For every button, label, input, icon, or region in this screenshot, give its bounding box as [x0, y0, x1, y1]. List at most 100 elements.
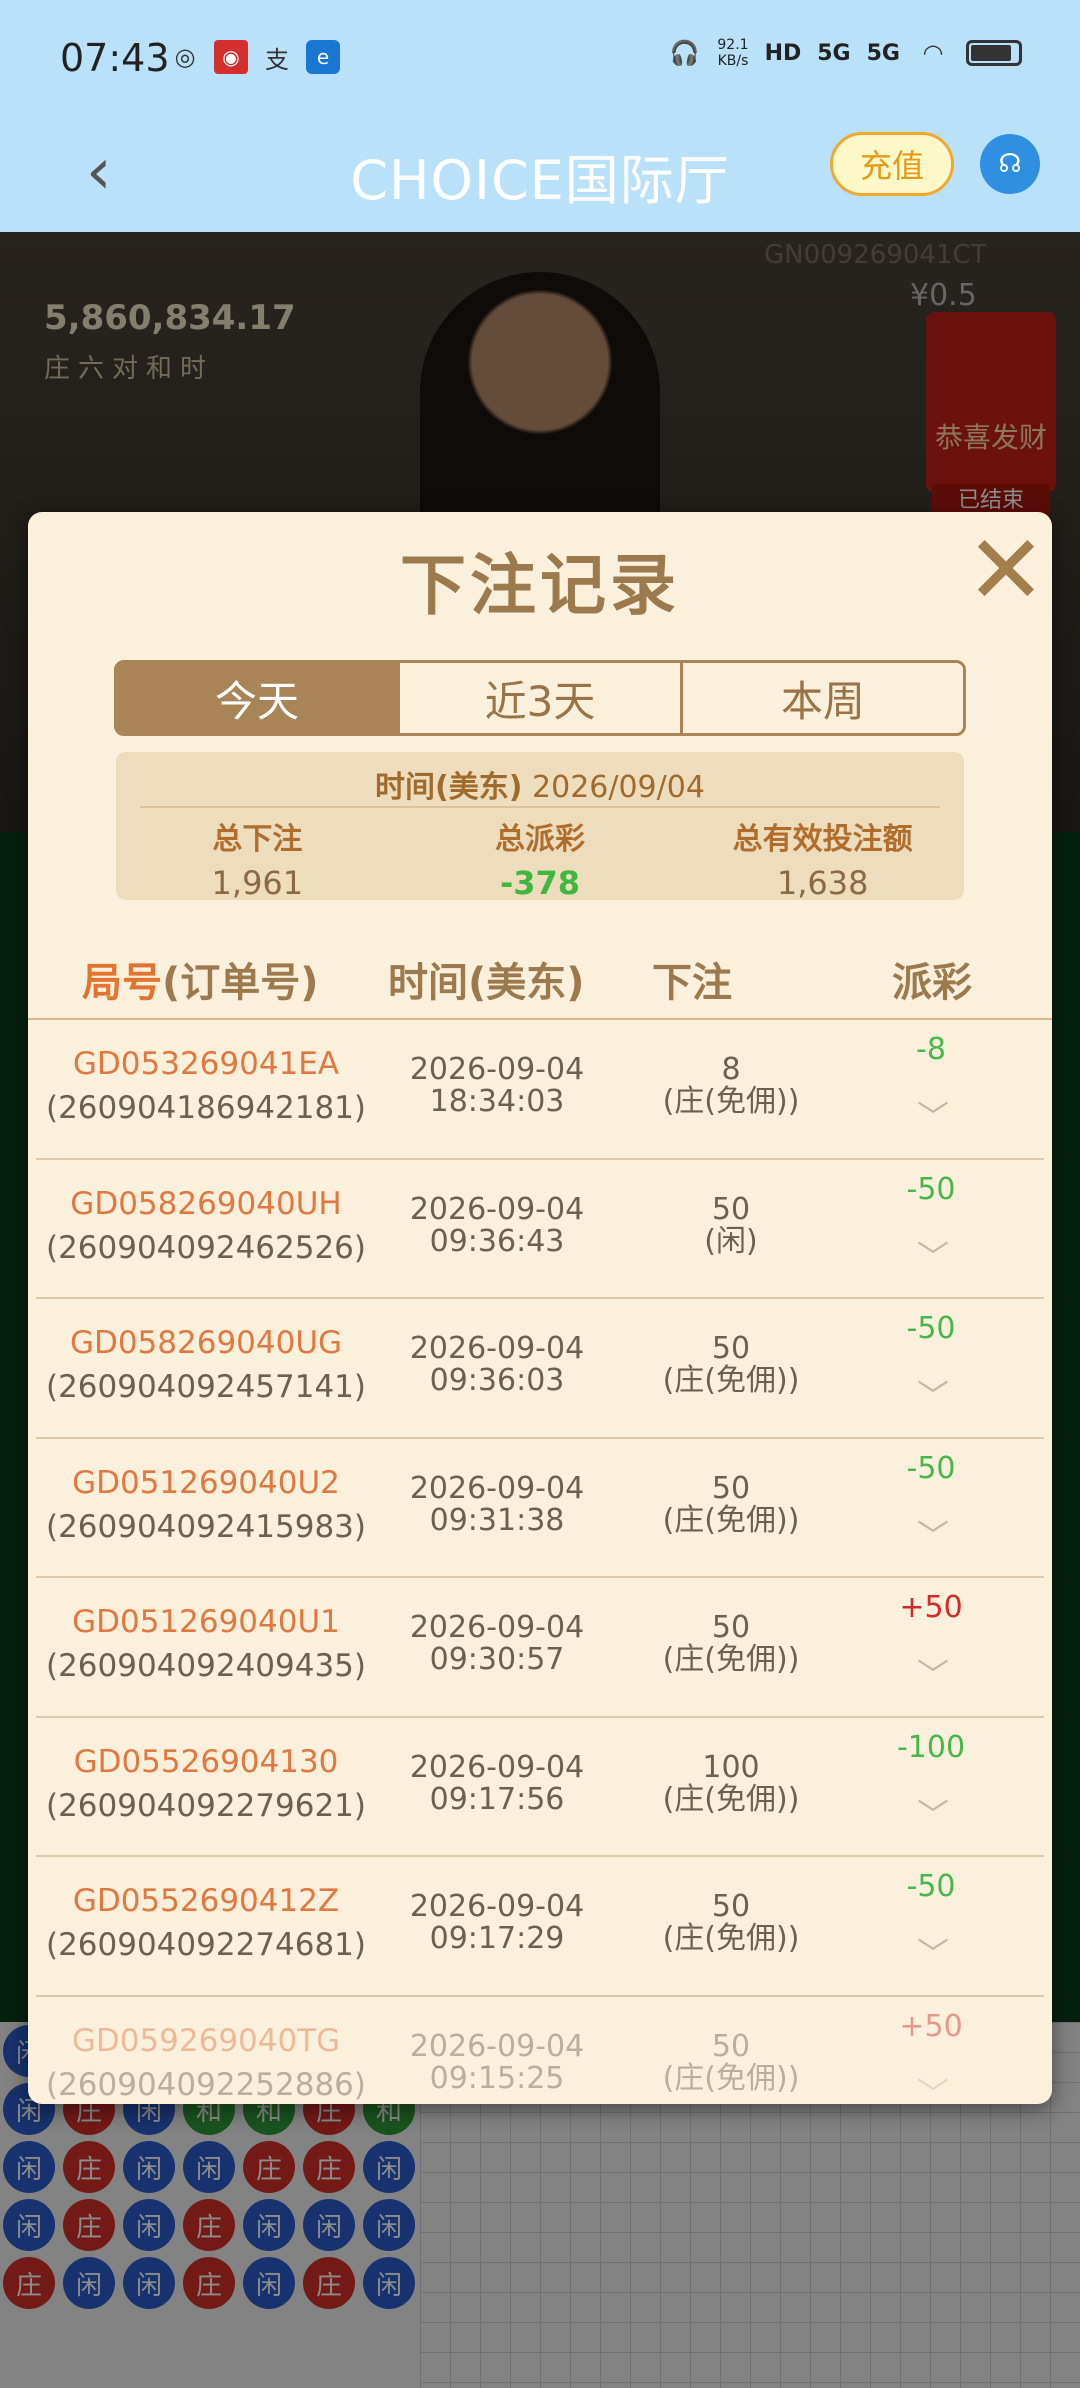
bet-cell: 50 (庄(免佣)): [616, 1472, 846, 1538]
bet-cell: 50 (庄(免佣)): [616, 1612, 846, 1676]
round-number[interactable]: GD051269040U2: [36, 1461, 376, 1505]
expand-chevron-icon[interactable]: ﹀: [908, 2069, 958, 2105]
bank-notification-icon: ◉: [214, 40, 248, 74]
total-valid-label: 总有效投注额: [732, 822, 913, 857]
payout-value: -50: [906, 1311, 956, 1346]
time-cell: 2026-09-04 09:36:43: [372, 1193, 622, 1259]
bet-time: 09:17:29: [429, 1921, 565, 1956]
bet-amount: 100: [702, 1749, 760, 1785]
summary-total-payout: 总派彩 -378: [399, 814, 682, 902]
expand-chevron-icon[interactable]: ﹀: [908, 1511, 958, 1555]
round-cell: GD058269040UH (260904092462526): [36, 1182, 376, 1270]
round-cell: GD058269040UG (260904092457141): [36, 1321, 376, 1409]
table-row[interactable]: GD051269040U1 (260904092409435) 2026-09-04…: [36, 1578, 1044, 1718]
round-number[interactable]: GD059269040TG: [36, 2019, 376, 2063]
top-bar: 07:43 ◎ ◉ 支 e 🎧 92.1 KB/s HD 5G 5G ◠ ‹ C…: [0, 0, 1080, 232]
telecom-notification-icon: e: [306, 40, 340, 74]
payout-value: +50: [899, 2008, 963, 2044]
payout-value: -100: [896, 1729, 966, 1765]
bet-date: 2026-09-04: [409, 1052, 585, 1087]
round-number[interactable]: GD0552690412Z: [36, 1879, 376, 1923]
tab-last-3-days[interactable]: 近3天: [400, 663, 683, 733]
order-number: (260904092252886): [45, 2066, 367, 2103]
expand-chevron-icon[interactable]: ﹀: [908, 1790, 958, 1834]
app-header: ‹ CHOICE国际厅 充值 ☊: [0, 120, 1080, 232]
bet-date: 2026-09-04: [409, 2028, 585, 2064]
customer-service-icon[interactable]: ☊: [980, 134, 1040, 194]
round-number[interactable]: GD053269041EA: [36, 1042, 376, 1086]
recharge-button[interactable]: 充值: [830, 132, 954, 196]
total-payout-value: -378: [499, 864, 581, 902]
expand-chevron-icon[interactable]: ﹀: [908, 1650, 958, 1694]
round-number[interactable]: GD058269040UH: [36, 1182, 376, 1226]
table-row[interactable]: GD053269041EA (260904186942181) 2026-09-04…: [36, 1020, 1044, 1160]
table-row[interactable]: GD059269040TG (260904092252886) 2026-09-04…: [36, 1997, 1044, 2105]
bet-time: 09:31:38: [429, 1502, 565, 1538]
network-speed-value: 92.1: [717, 37, 749, 53]
total-bet-label: 总下注: [212, 822, 303, 857]
close-icon[interactable]: ✕: [966, 522, 1046, 618]
expand-chevron-icon[interactable]: ﹀: [908, 1092, 958, 1136]
bet-date: 2026-09-04: [409, 1749, 585, 1785]
period-tabs: 今天 近3天 本周: [114, 660, 966, 736]
bet-date: 2026-09-04: [409, 1610, 585, 1645]
bet-time: 09:36:43: [429, 1223, 565, 1259]
battery-icon: [966, 40, 1022, 66]
table-row[interactable]: GD05526904130 (260904092279621) 2026-09-04…: [36, 1718, 1044, 1857]
order-number: (260904092409435): [45, 1648, 367, 1684]
tab-today[interactable]: 今天: [117, 663, 400, 733]
table-row[interactable]: GD051269040U2 (260904092415983) 2026-09-04…: [36, 1439, 1044, 1578]
payout-value: -50: [906, 1450, 956, 1486]
bet-amount: 50: [711, 1889, 751, 1924]
expand-chevron-icon[interactable]: ﹀: [908, 1929, 958, 1973]
bet-record-modal: 下注记录 ✕ 今天 近3天 本周 时间(美东) 2026/09/04 总下注 1…: [28, 512, 1052, 2104]
bet-amount: 8: [721, 1052, 741, 1087]
time-cell: 2026-09-04 09:15:25: [372, 2028, 622, 2095]
expand-chevron-icon[interactable]: ﹀: [908, 1232, 958, 1276]
order-number: (260904092462526): [45, 1229, 367, 1266]
bet-time: 09:17:56: [429, 1781, 565, 1817]
bet-cell: 100 (庄(免佣)): [616, 1749, 846, 1817]
table-row[interactable]: GD058269040UG (260904092457141) 2026-09-04…: [36, 1299, 1044, 1439]
round-number[interactable]: GD051269040U1: [36, 1600, 376, 1644]
bet-type: (庄(免佣)): [662, 1363, 800, 1398]
round-number[interactable]: GD05526904130: [36, 1740, 376, 1784]
summary-card: 时间(美东) 2026/09/04 总下注 1,961 总派彩 -378 总有效…: [116, 752, 964, 902]
total-bet-value: 1,961: [211, 864, 304, 902]
table-header: 局号(订单号) 时间(美东) 下注 派彩: [28, 928, 1052, 1020]
summary-date: 时间(美东) 2026/09/04: [116, 762, 964, 806]
time-cell: 2026-09-04 18:34:03: [372, 1054, 622, 1118]
total-payout-label: 总派彩: [495, 822, 585, 857]
summary-columns: 总下注 1,961 总派彩 -378 总有效投注额 1,638: [116, 814, 964, 902]
status-system-icons: 🎧 92.1 KB/s HD 5G 5G ◠: [667, 36, 1022, 70]
bet-date: 2026-09-04: [409, 1889, 585, 1924]
order-number: (260904092457141): [45, 1369, 367, 1405]
bet-amount: 50: [711, 1610, 751, 1645]
bet-type: (庄(免佣)): [662, 1781, 800, 1817]
tab-this-week[interactable]: 本周: [683, 663, 963, 733]
round-cell: GD059269040TG (260904092252886): [36, 2019, 376, 2105]
col-time: 时间(美东): [388, 960, 585, 1006]
expand-chevron-icon[interactable]: ﹀: [908, 1371, 958, 1415]
bet-date: 2026-09-04: [409, 1331, 585, 1366]
round-cell: GD053269041EA (260904186942181): [36, 1042, 376, 1130]
round-number[interactable]: GD058269040UG: [36, 1321, 376, 1365]
bet-type: (庄(免佣)): [662, 1502, 800, 1538]
col-round: 局号(订单号): [82, 950, 319, 1008]
status-time: 07:43: [60, 36, 170, 80]
round-cell: GD05526904130 (260904092279621): [36, 1740, 376, 1828]
order-number: (260904092415983): [45, 1508, 367, 1545]
bet-date: 2026-09-04: [409, 1470, 585, 1506]
summary-total-bet: 总下注 1,961: [116, 814, 399, 902]
order-number: (260904092274681): [45, 1927, 367, 1963]
wifi-icon: ◠: [922, 39, 944, 67]
total-valid-value: 1,638: [776, 864, 869, 902]
table-row[interactable]: GD0552690412Z (260904092274681) 2026-09-04…: [36, 1857, 1044, 1997]
headphones-icon: 🎧: [669, 39, 700, 67]
col-payout: 派彩: [892, 960, 972, 1006]
app-notification-icon: ◎: [174, 43, 196, 71]
table-row[interactable]: GD058269040UH (260904092462526) 2026-09-04…: [36, 1160, 1044, 1299]
payout-value: +50: [899, 1590, 963, 1625]
bet-cell: 50 (庄(免佣)): [616, 1891, 846, 1955]
bet-record-list[interactable]: GD053269041EA (260904186942181) 2026-09-04…: [28, 1020, 1052, 2104]
